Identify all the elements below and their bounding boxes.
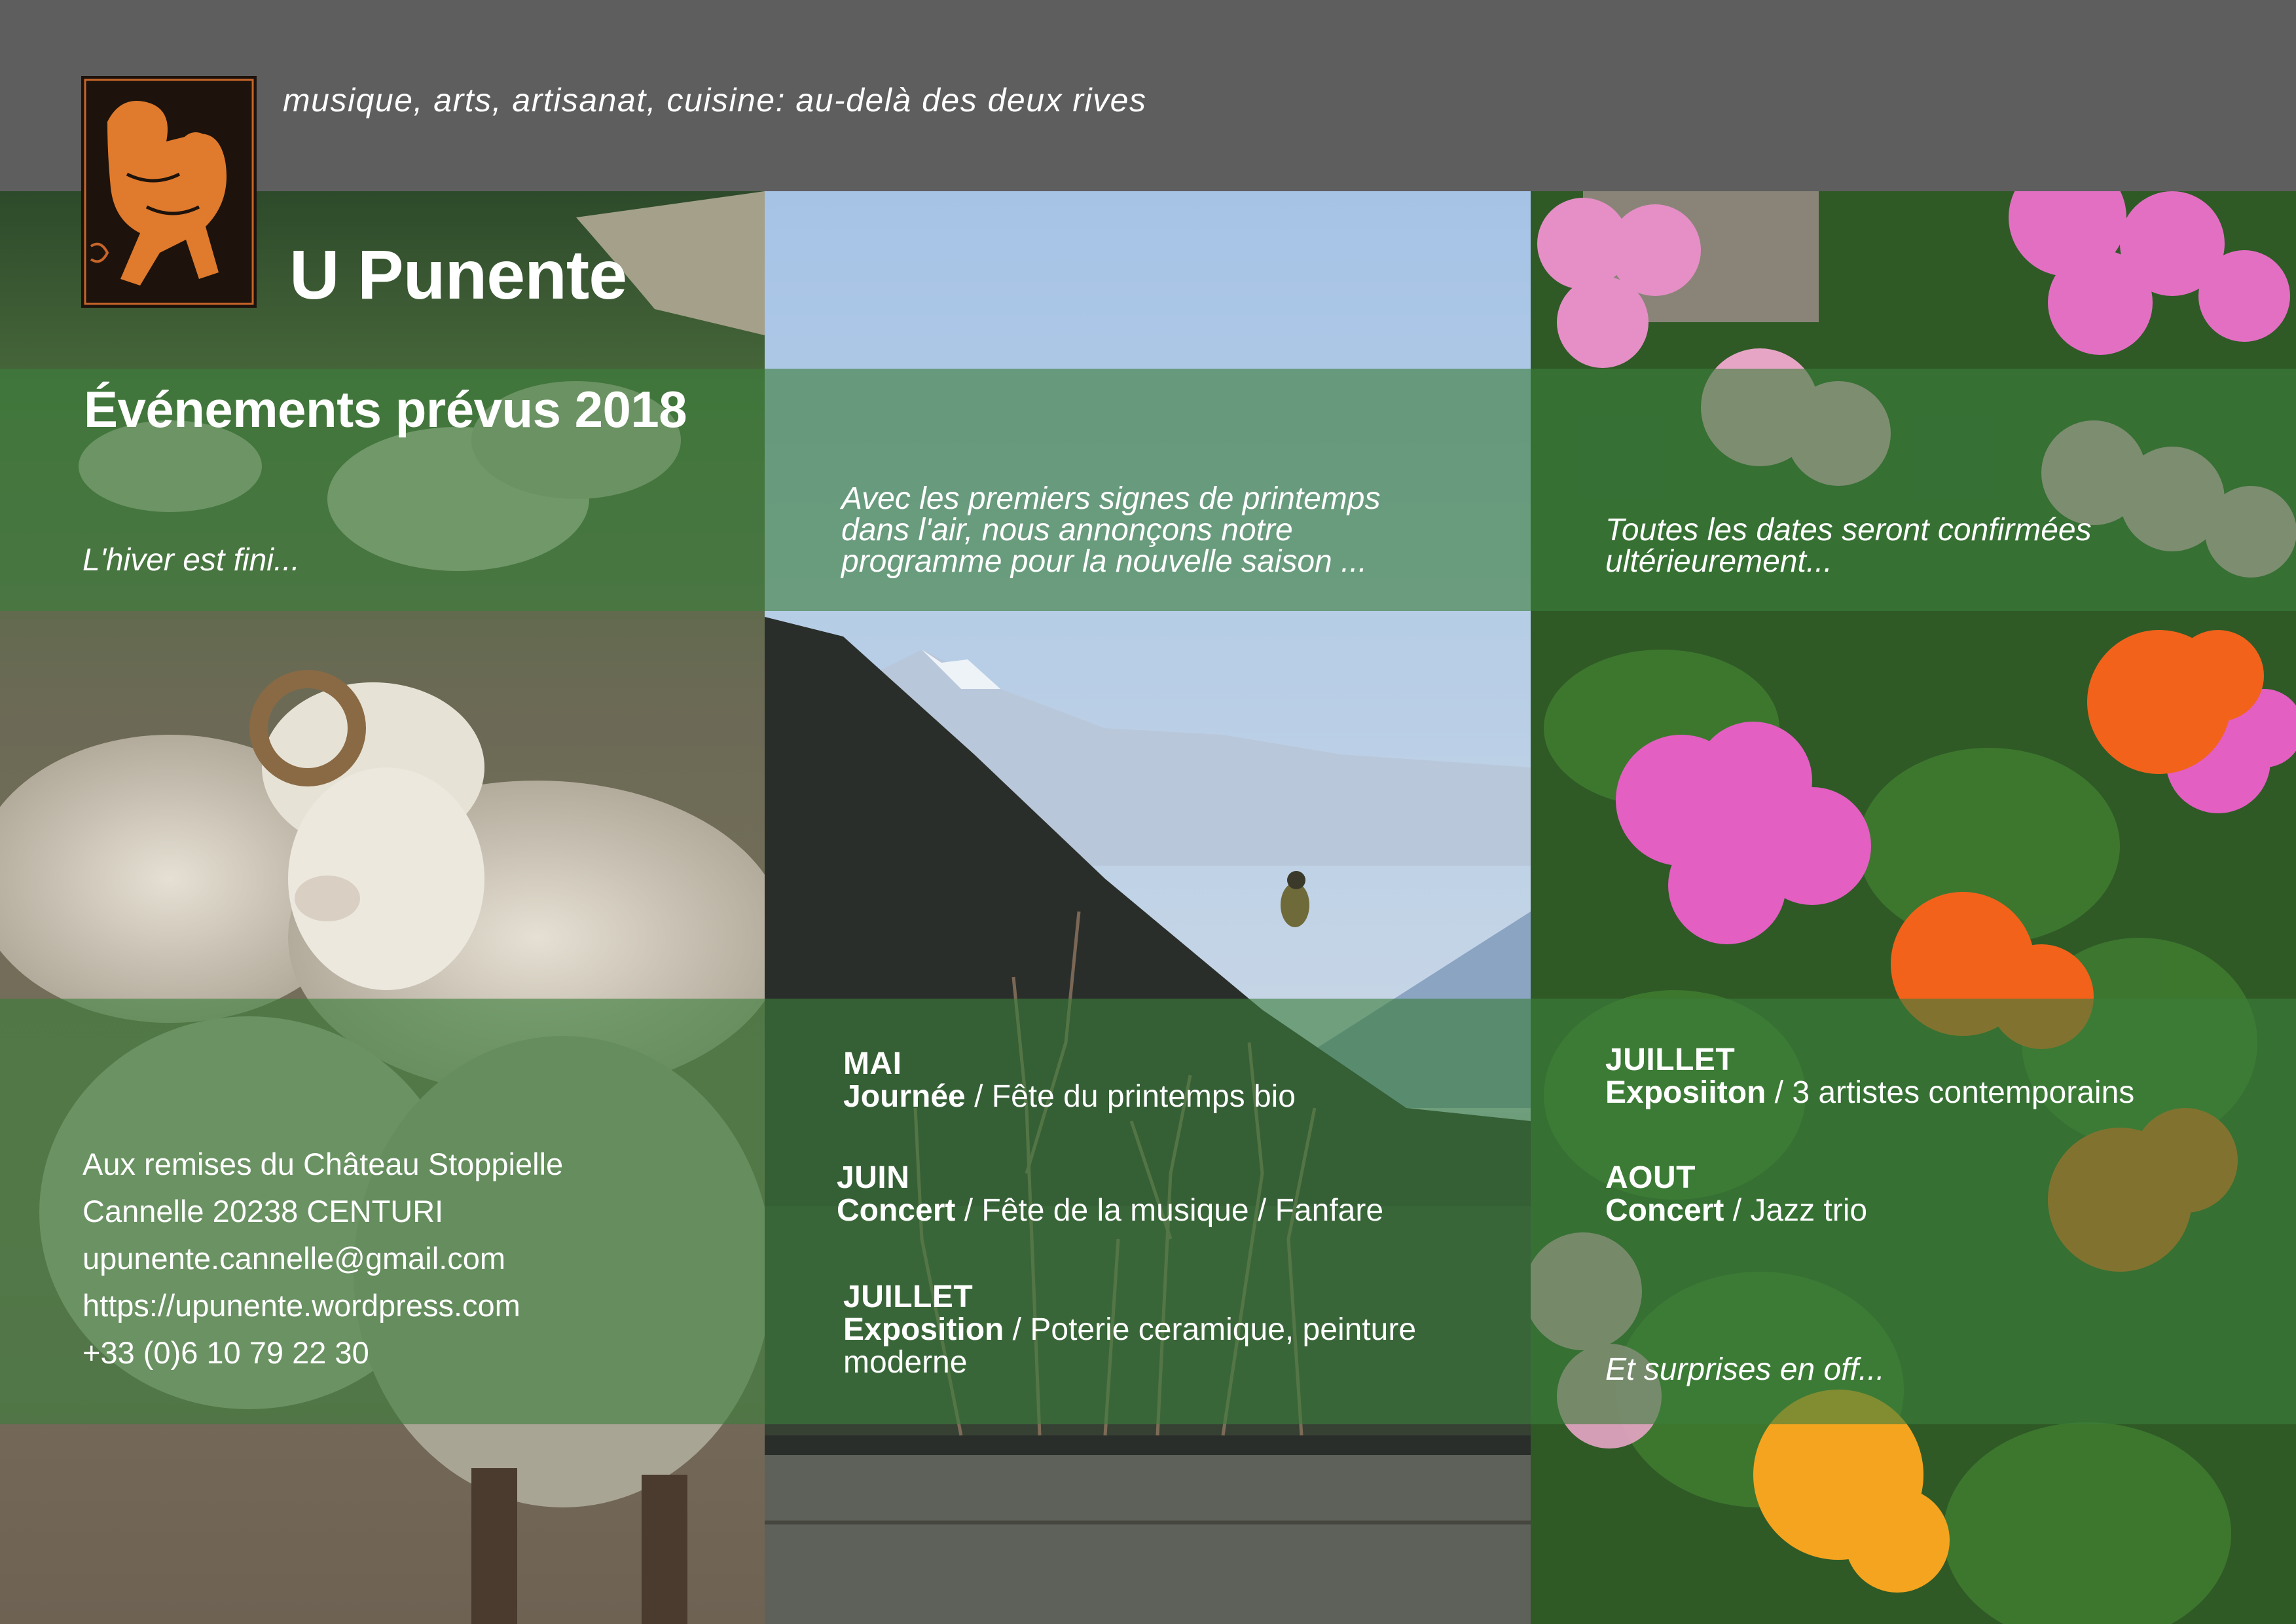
event-aout: AOUT Concert / Jazz trio [1605,1162,2260,1227]
event-detail: / 3 artistes contemporains [1766,1075,2135,1110]
tagline: musique, arts, artisanat, cuisine: au-de… [283,82,1147,119]
events-heading: Événements prévus 2018 [84,380,687,438]
event-detail: / Fête de la musique / Fanfare [955,1193,1384,1228]
event-juillet: JUILLET Exposition / Poterie ceramique, … [843,1281,1498,1379]
address-line-2: Cannelle 20238 CENTURI [82,1194,444,1228]
event-detail: / Jazz trio [1724,1193,1868,1228]
email-link[interactable]: upunente.cannelle@gmail.com [82,1235,563,1282]
event-type: Concert [1605,1193,1724,1228]
website-link[interactable]: https://upunente.wordpress.com [82,1282,563,1329]
address-line-1: Aux remises du Château Stoppielle [82,1147,564,1181]
surprises-note: Et surprises en off... [1605,1352,1885,1387]
event-detail: / Fête du printemps bio [965,1079,1296,1114]
event-month: JUILLET [843,1280,974,1314]
event-juin: JUIN Concert / Fête de la musique / Fanf… [837,1162,1491,1227]
event-type: Journée [843,1079,966,1114]
event-month: MAI [843,1046,902,1081]
event-month: JUIN [837,1160,910,1195]
event-juillet-expo: JUILLET Exposiiton / 3 artistes contempo… [1605,1044,2260,1109]
event-type: Exposiiton [1605,1075,1766,1110]
intro-middle: Avec les premiers signes de printemps da… [841,481,1381,579]
event-type: Exposition [843,1312,1004,1347]
event-month: JUILLET [1605,1043,1736,1077]
phone-number: +33 (0)6 10 79 22 30 [82,1335,369,1370]
contact-block: Aux remises du Château Stoppielle Cannel… [82,1141,563,1376]
intro-right: Toutes les dates seront confirmées ultér… [1605,513,2092,579]
event-mai: MAI Journée / Fête du printemps bio [843,1048,1498,1113]
page-title: U Punente [289,236,627,314]
intro-left: L'hiver est fini... [82,543,300,578]
event-month: AOUT [1605,1160,1696,1195]
greek-vase-logo [81,76,257,308]
event-type: Concert [837,1193,956,1228]
